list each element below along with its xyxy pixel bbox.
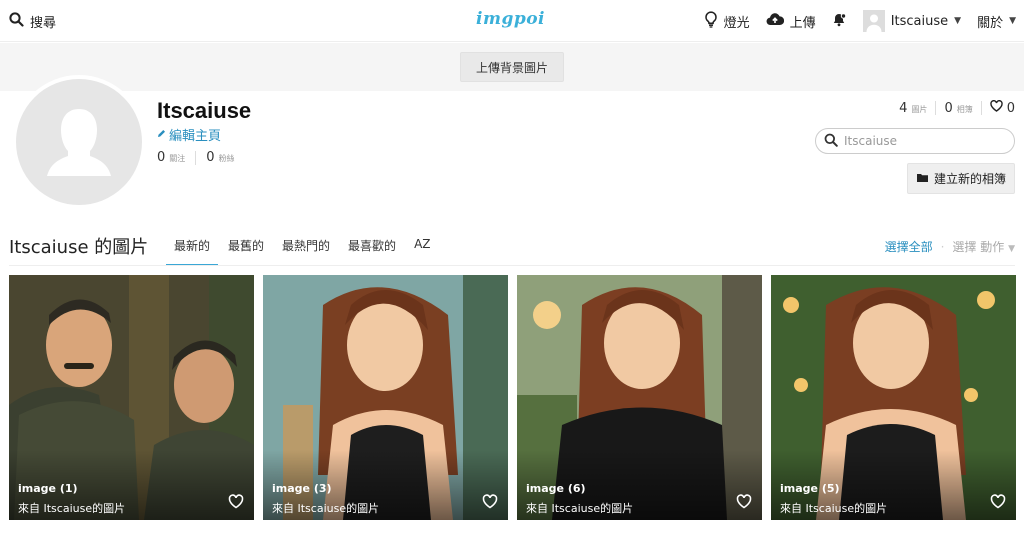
search-icon: [9, 12, 24, 31]
user-menu[interactable]: Itscaiuse ▼: [862, 10, 962, 32]
folder-icon: [916, 172, 929, 186]
cloud-upload-icon: [766, 12, 784, 30]
profile-banner: 上傳背景圖片: [0, 43, 1024, 91]
edit-profile-link[interactable]: 編輯主頁: [157, 125, 221, 144]
like-heart-icon[interactable]: [482, 494, 498, 513]
image-title: image (6): [526, 482, 586, 495]
image-title: image (3): [272, 482, 332, 495]
notifications-button[interactable]: [832, 12, 847, 31]
images-label: 圖片: [911, 104, 928, 114]
gallery-title: Itscaiuse 的圖片: [9, 237, 149, 258]
like-heart-icon[interactable]: [990, 494, 1006, 513]
nav-search-button[interactable]: 搜尋: [9, 12, 56, 31]
followers-stat[interactable]: 0 粉絲: [206, 150, 234, 165]
images-stat[interactable]: 4 圖片: [899, 101, 927, 116]
upload-background-button[interactable]: 上傳背景圖片: [460, 52, 564, 82]
select-all-link[interactable]: 選擇全部: [885, 238, 933, 255]
divider: [195, 150, 197, 165]
tab-most-liked[interactable]: 最喜歡的: [340, 226, 404, 266]
top-navbar: 搜尋 imgpoi 燈光 上傳 Itscaiuse ▼ 關於 ▼: [0, 0, 1024, 42]
divider: [9, 265, 1015, 266]
like-heart-icon[interactable]: [736, 494, 752, 513]
nav-light-label: 燈光: [723, 15, 750, 31]
lightbulb-icon: [704, 10, 718, 32]
profile-username: Itscaiuse: [157, 98, 252, 123]
image-title: image (5): [780, 482, 840, 495]
create-album-label: 建立新的相簿: [933, 172, 1006, 186]
follow-stats: 0 關注 0 粉絲: [157, 150, 235, 165]
divider: [935, 101, 937, 115]
divider: [980, 101, 982, 115]
followers-label: 粉絲: [218, 154, 235, 163]
albums-stat[interactable]: 0 相簿: [944, 101, 972, 116]
selection-actions: 選擇全部 · 選擇 動作 ▼: [885, 238, 1015, 255]
image-subtitle: 來自 Itscaiuse的圖片: [526, 502, 634, 515]
tab-az[interactable]: AZ: [406, 226, 438, 266]
albums-count: 0: [944, 100, 953, 116]
image-subtitle: 來自 Itscaiuse的圖片: [272, 502, 380, 515]
following-count: 0: [157, 150, 166, 165]
sort-tabs: 最新的 最舊的 最熱門的 最喜歡的 AZ: [166, 226, 441, 266]
tab-oldest[interactable]: 最舊的: [220, 226, 272, 266]
image-subtitle: 來自 Itscaiuse的圖片: [780, 502, 888, 515]
followers-count: 0: [206, 150, 215, 165]
about-menu[interactable]: 關於 ▼: [977, 12, 1016, 31]
image-card[interactable]: image (1) 來自 Itscaiuse的圖片: [9, 275, 254, 520]
likes-stat[interactable]: 0: [990, 100, 1015, 116]
user-search-box: [815, 128, 1015, 154]
image-card[interactable]: image (3) 來自 Itscaiuse的圖片: [263, 275, 508, 520]
like-heart-icon[interactable]: [228, 494, 244, 513]
user-search-input[interactable]: [844, 134, 1004, 148]
chevron-down-icon: ▼: [1008, 244, 1015, 254]
image-card[interactable]: image (5) 來自 Itscaiuse的圖片: [771, 275, 1016, 520]
avatar: [862, 10, 885, 32]
tab-newest[interactable]: 最新的: [166, 226, 219, 266]
image-card[interactable]: image (6) 來自 Itscaiuse的圖片: [517, 275, 762, 520]
about-menu-label: 關於: [977, 15, 1004, 31]
select-action-menu[interactable]: 選擇 動作 ▼: [952, 238, 1015, 255]
separator-dot: ·: [940, 239, 945, 254]
site-logo[interactable]: imgpoi: [476, 9, 545, 29]
nav-light-toggle[interactable]: 燈光: [704, 10, 750, 32]
create-album-button[interactable]: 建立新的相簿: [907, 163, 1015, 194]
edit-profile-label: 編輯主頁: [169, 129, 222, 144]
bell-icon: [832, 12, 847, 31]
image-title: image (1): [18, 482, 78, 495]
heart-icon: [990, 100, 1003, 116]
pencil-icon: [157, 127, 166, 142]
nav-search-label: 搜尋: [30, 16, 57, 31]
nav-upload-button[interactable]: 上傳: [766, 12, 816, 31]
albums-label: 相簿: [956, 104, 973, 114]
user-menu-label: Itscaiuse: [890, 13, 949, 29]
image-subtitle: 來自 Itscaiuse的圖片: [18, 502, 126, 515]
following-label: 關注: [169, 154, 186, 163]
following-stat[interactable]: 0 關注: [157, 150, 185, 165]
tab-most-popular[interactable]: 最熱門的: [274, 226, 338, 266]
images-count: 4: [899, 100, 908, 116]
search-icon: [824, 132, 838, 151]
profile-stats: 4 圖片 0 相簿 0: [899, 100, 1015, 116]
nav-upload-label: 上傳: [789, 15, 816, 31]
likes-count: 0: [1006, 100, 1015, 116]
chevron-down-icon: ▼: [954, 16, 962, 26]
select-action-label: 選擇 動作: [952, 240, 1005, 254]
profile-avatar[interactable]: [12, 75, 146, 209]
chevron-down-icon: ▼: [1009, 16, 1016, 26]
